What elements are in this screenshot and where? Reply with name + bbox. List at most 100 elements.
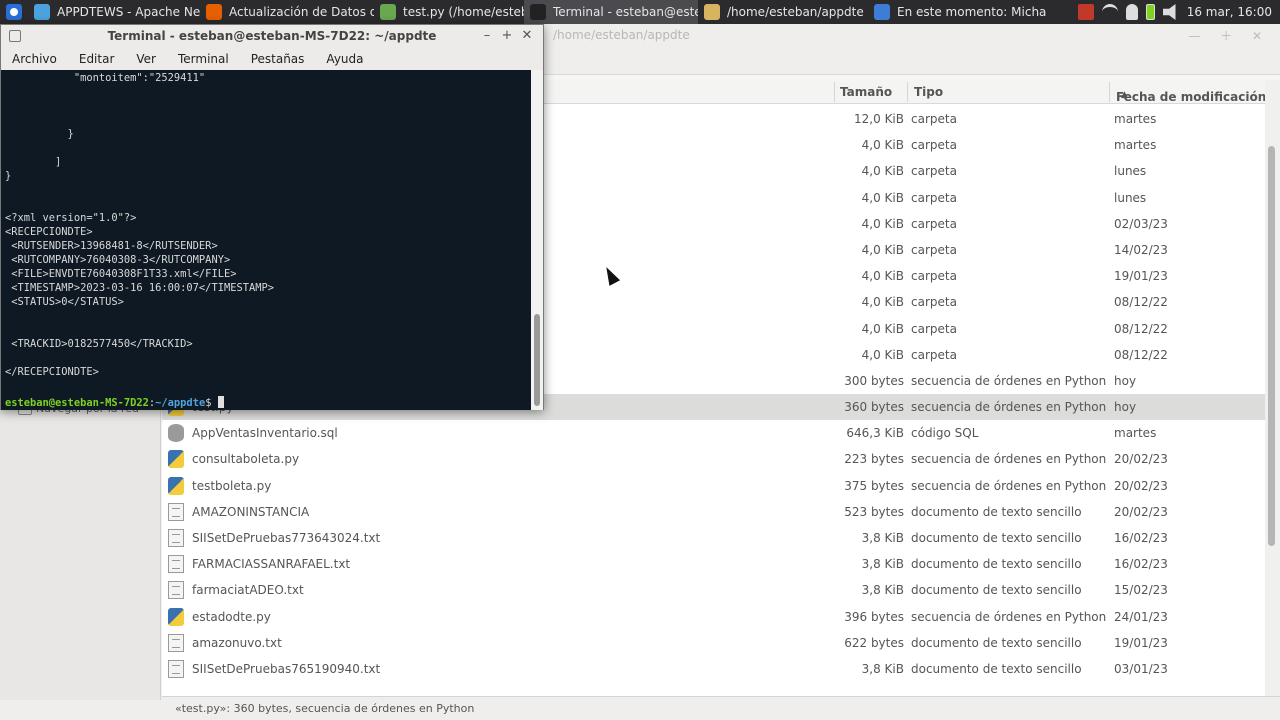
menu-item[interactable]: Editar: [68, 52, 126, 66]
menu-item[interactable]: Ayuda: [315, 52, 374, 66]
file-size: 375 bytes: [844, 478, 904, 493]
file-size: 360 bytes: [844, 400, 904, 415]
taskbar-item-label: test.py (/home/esteban/a...: [403, 5, 524, 19]
file-date: 02/03/23: [1114, 216, 1168, 231]
minimize-button[interactable]: –: [477, 27, 497, 45]
file-list-scroll-thumb[interactable]: [1268, 146, 1275, 546]
file-size: 396 bytes: [844, 609, 904, 624]
close-button[interactable]: ✕: [517, 27, 537, 45]
battery-icon[interactable]: [1145, 4, 1155, 20]
file-type: secuencia de órdenes en Python: [911, 373, 1107, 388]
file-row[interactable]: farmaciatADEO.txt 3,8 KiB documento de tex…: [162, 577, 1265, 603]
file-date: lunes: [1114, 164, 1147, 179]
terminal-output[interactable]: esteban@esteban-MS-7D22:~/appdte$ "monto…: [1, 70, 531, 410]
file-row[interactable]: consultaboleta.py 223 bytes secuencia de ó…: [162, 446, 1265, 472]
file-name: farmaciatADEO.txt: [192, 583, 304, 598]
file-date: martes: [1114, 112, 1157, 126]
file-date: 20/02/23: [1114, 478, 1168, 493]
file-list-scrollbar[interactable]: [1265, 80, 1280, 696]
terminal-scroll-thumb[interactable]: [534, 314, 540, 406]
maximize-button[interactable]: +: [497, 27, 517, 45]
column-type[interactable]: Tipo: [914, 85, 943, 99]
file-row[interactable]: AppVentasInventario.sql 646,3 KiB código S…: [162, 420, 1265, 446]
text-file-icon: [168, 659, 184, 678]
file-type: documento de texto sencillo: [911, 504, 1082, 519]
file-size: 4,0 KiB: [861, 242, 904, 257]
terminal-line: <TIMESTAMP>2023-03-16 16:00:07</TIMESTAM…: [5, 282, 274, 294]
file-row[interactable]: AMAZONINSTANCIA 523 bytes documento de tex…: [162, 499, 1265, 525]
file-type: carpeta: [911, 295, 957, 310]
file-name: consultaboleta.py: [192, 452, 300, 467]
file-row[interactable]: SIISetDePruebas773643024.txt 3,8 KiB docum…: [162, 525, 1265, 551]
taskbar-item[interactable]: /home/esteban/appdte: [698, 0, 868, 24]
file-row[interactable]: amazonuvo.txt 622 bytes documento de texto…: [162, 630, 1265, 656]
terminal-line: <STATUS>0</STATUS>: [5, 296, 124, 308]
file-row[interactable]: testboleta.py 375 bytes secuencia de órden…: [162, 473, 1265, 499]
clock[interactable]: 16 mar, 16:00: [1187, 5, 1272, 19]
file-date: 20/02/23: [1114, 504, 1168, 519]
file-type: carpeta: [911, 216, 957, 231]
taskbar: APPDTEWS - Apache Net... Actualización de…: [28, 0, 1046, 24]
menu-item[interactable]: Ver: [125, 52, 167, 66]
text-file-icon: [168, 502, 184, 521]
app-launcher-icon[interactable]: [6, 4, 22, 20]
python-file-icon: [168, 450, 184, 469]
file-date: 20/02/23: [1114, 452, 1168, 467]
file-size: 4,0 KiB: [861, 321, 904, 336]
file-date: 16/02/23: [1114, 531, 1168, 545]
terminal-line: <FILE>ENVDTE76040308F1T33.xml</FILE>: [5, 268, 237, 280]
taskbar-item[interactable]: test.py (/home/esteban/a...: [374, 0, 524, 24]
file-row[interactable]: estadodte.py 396 bytes secuencia de órdene…: [162, 604, 1265, 630]
taskbar-item-label: Actualización de Datos d...: [229, 5, 374, 19]
menu-item[interactable]: Terminal: [167, 52, 240, 66]
python-file-icon: [168, 476, 184, 495]
taskbar-item[interactable]: En este momento: Micha...: [868, 0, 1046, 24]
wifi-icon[interactable]: [1101, 4, 1118, 20]
file-type: secuencia de órdenes en Python: [911, 452, 1107, 467]
system-tray: 16 mar, 16:00: [1077, 0, 1280, 24]
file-row[interactable]: FARMACIASSANRAFAEL.txt 3,8 KiB documento d…: [162, 551, 1265, 577]
file-date: hoy: [1114, 400, 1137, 415]
file-size: 4,0 KiB: [861, 138, 904, 153]
file-manager-window-buttons[interactable]: — ＋ ✕: [1188, 27, 1270, 44]
terminal-titlebar[interactable]: Terminal - esteban@esteban-MS-7D22: ~/ap…: [1, 25, 543, 47]
file-type: carpeta: [911, 138, 957, 153]
editor-icon: [380, 4, 396, 20]
file-size: 622 bytes: [844, 635, 904, 650]
menu-item[interactable]: Pestañas: [240, 52, 316, 66]
file-date: martes: [1114, 426, 1157, 441]
file-row[interactable]: SIISetDePruebas765190940.txt 3,8 KiB docum…: [162, 656, 1265, 682]
taskbar-item[interactable]: APPDTEWS - Apache Net...: [28, 0, 200, 24]
file-date: 03/01/23: [1114, 661, 1168, 676]
file-manager-title: /home/esteban/appdte: [553, 28, 690, 42]
volume-icon[interactable]: [1162, 4, 1176, 20]
file-name: SIISetDePruebas765190940.txt: [192, 661, 381, 676]
file-size: 223 bytes: [844, 452, 904, 467]
terminal-prompt-line: esteban@esteban-MS-7D22:~/appdte$: [5, 396, 224, 409]
text-file-icon: [168, 555, 184, 574]
file-date: 15/02/23: [1114, 583, 1168, 598]
taskbar-item-label: Terminal - esteban@este...: [553, 5, 698, 19]
file-size: 4,0 KiB: [861, 216, 904, 231]
terminal-line: ]: [5, 156, 62, 168]
menu-item[interactable]: Archivo: [1, 52, 68, 66]
terminal-window[interactable]: Terminal - esteban@esteban-MS-7D22: ~/ap…: [0, 24, 544, 410]
taskbar-item[interactable]: Terminal - esteban@este...: [524, 0, 698, 24]
file-date: hoy: [1114, 373, 1137, 388]
terminal-scrollbar[interactable]: [531, 70, 543, 410]
taskbar-item-label: /home/esteban/appdte: [727, 5, 864, 19]
firefox-icon: [206, 4, 222, 20]
terminal-line: }: [5, 170, 12, 182]
terminal-title: Terminal - esteban@esteban-MS-7D22: ~/ap…: [107, 29, 437, 43]
terminal-line: <RUTSENDER>13968481-8</RUTSENDER>: [5, 240, 218, 252]
file-date: 14/02/23: [1114, 242, 1168, 257]
taskbar-item[interactable]: Actualización de Datos d...: [200, 0, 374, 24]
record-icon[interactable]: [1077, 4, 1094, 20]
bell-icon[interactable]: [1125, 4, 1138, 20]
file-date: 19/01/23: [1114, 269, 1168, 284]
file-size: 4,0 KiB: [861, 295, 904, 310]
file-date: 08/12/22: [1114, 347, 1168, 362]
column-size[interactable]: Tamaño: [840, 85, 892, 99]
file-type: carpeta: [911, 242, 957, 257]
prompt-user: esteban@esteban-MS-7D22: [5, 397, 149, 409]
